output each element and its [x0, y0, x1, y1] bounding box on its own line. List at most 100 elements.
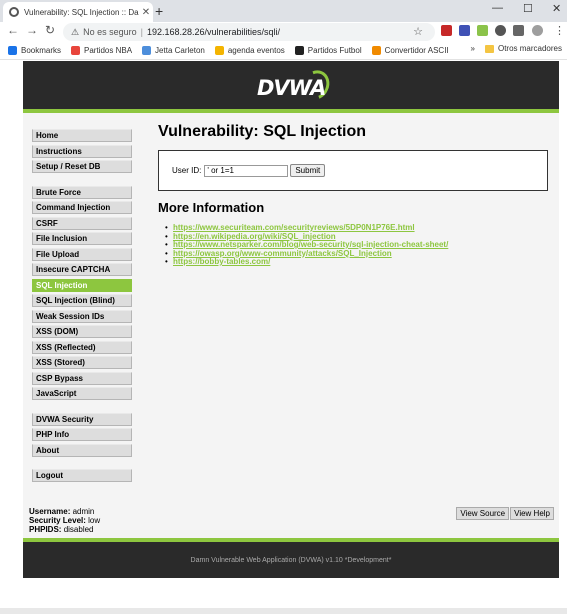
page-title: Vulnerability: SQL Injection	[158, 123, 367, 140]
extension-icon[interactable]	[477, 25, 488, 36]
bookmark-star-icon[interactable]: ☆	[413, 25, 423, 38]
sidebar-item-php-info[interactable]: PHP Info	[32, 428, 132, 441]
phpids-value: disabled	[63, 525, 94, 534]
sqli-form: User ID: Submit	[158, 150, 548, 191]
view-source-button[interactable]: View Source	[456, 507, 510, 520]
bookmark-item[interactable]: agenda eventos	[214, 46, 285, 55]
bookmark-label: Convertidor ASCII	[384, 46, 449, 55]
security-level-label: Security Level:	[29, 516, 86, 525]
extension-icon[interactable]	[495, 25, 506, 36]
bookmarks-right: » Otros marcadores	[471, 44, 562, 53]
dvwa-footer: Damn Vulnerable Web Application (DVWA) v…	[23, 538, 559, 578]
agenda-icon	[214, 46, 224, 55]
bookmark-label: Partidos Futbol	[307, 46, 362, 55]
ascii-icon	[371, 46, 381, 55]
more-information-heading: More Information	[158, 200, 265, 215]
dvwa-container: DVWA Home Instructions Setup / Reset DB Bru…	[23, 61, 559, 578]
sidebar-item-xss-stored[interactable]: XSS (Stored)	[32, 356, 132, 369]
bookmarks-overflow-button[interactable]: »	[471, 44, 475, 53]
bookmark-label: Jetta Carleton	[155, 46, 205, 55]
puzzle-extensions-icon[interactable]	[513, 25, 524, 36]
submit-button[interactable]: Submit	[290, 164, 326, 177]
window-bottom-edge	[0, 608, 567, 614]
sidebar-item-weak-session-ids[interactable]: Weak Session IDs	[32, 309, 132, 323]
sidebar-item-file-upload[interactable]: File Upload	[32, 247, 132, 261]
menu-spacer	[32, 176, 134, 186]
sidebar-item-csp-bypass[interactable]: CSP Bypass	[32, 371, 132, 385]
sidebar-item-insecure-captcha[interactable]: Insecure CAPTCHA	[32, 263, 132, 276]
tab-strip: Vulnerability: SQL Injection :: Damn ✕ +…	[0, 0, 567, 22]
username-label: Username:	[29, 507, 71, 516]
new-tab-button[interactable]: +	[155, 3, 163, 19]
sidebar-item-brute-force[interactable]: Brute Force	[32, 185, 132, 199]
reference-link[interactable]: https://bobby-tables.com/	[173, 257, 270, 266]
other-bookmarks-link[interactable]: Otros marcadores	[498, 44, 562, 53]
bookmark-item[interactable]: Jetta Carleton	[142, 46, 205, 55]
sidebar-item-file-inclusion[interactable]: File Inclusion	[32, 232, 132, 245]
sidebar-item-home[interactable]: Home	[32, 129, 132, 142]
url-text[interactable]: 192.168.28.26/vulnerabilities/sqli/	[147, 27, 280, 37]
security-level-value: low	[88, 516, 101, 525]
close-window-button[interactable]: ✕	[552, 2, 561, 15]
sidebar-item-xss-dom[interactable]: XSS (DOM)	[32, 325, 132, 338]
ublock-extension-icon[interactable]	[441, 25, 452, 36]
forward-button[interactable]: →	[26, 23, 38, 37]
menu-spacer	[32, 403, 134, 413]
bookmark-item[interactable]: Partidos NBA	[71, 46, 132, 55]
web-page: DVWA Home Instructions Setup / Reset DB Bru…	[0, 60, 567, 614]
bookmark-label: Bookmarks	[21, 46, 62, 55]
minimize-button[interactable]: —	[492, 2, 503, 14]
folder-icon	[484, 44, 494, 53]
bookmark-item[interactable]: Bookmarks	[8, 46, 61, 55]
view-help-button[interactable]: View Help	[510, 507, 554, 520]
bookmark-item[interactable]: Convertidor ASCII	[371, 46, 449, 55]
sidebar-item-sql-injection-blind[interactable]: SQL Injection (Blind)	[32, 294, 132, 307]
back-button[interactable]: ←	[7, 23, 19, 37]
partidos-nba-icon	[71, 46, 81, 55]
sidebar-item-command-injection[interactable]: Command Injection	[32, 201, 132, 214]
security-status[interactable]: No es seguro	[83, 27, 137, 37]
sidebar-menu: Home Instructions Setup / Reset DB Brute Fo…	[32, 129, 134, 485]
reference-links: https://www.securiteam.com/securityrevie…	[158, 223, 553, 267]
sidebar-item-csrf[interactable]: CSRF	[32, 216, 132, 230]
bookmark-label: agenda eventos	[227, 46, 285, 55]
list-item: https://bobby-tables.com/	[165, 257, 553, 267]
warning-icon[interactable]: ⚠	[71, 27, 79, 38]
user-id-label: User ID:	[172, 166, 202, 175]
sidebar-item-dvwa-security[interactable]: DVWA Security	[32, 412, 132, 426]
maximize-button[interactable]: ☐	[523, 2, 533, 15]
bookmark-label: Partidos NBA	[84, 46, 133, 55]
profile-avatar[interactable]	[532, 25, 543, 36]
tab-title: Vulnerability: SQL Injection :: Damn	[24, 7, 139, 17]
more-menu-icon[interactable]: ⋮	[554, 24, 565, 37]
footer-text: Damn Vulnerable Web Application (DVWA) v…	[190, 556, 392, 564]
extension-icon[interactable]	[459, 25, 470, 36]
address-bar[interactable]: ⚠ No es seguro | 192.168.28.26/vulnerabi…	[63, 23, 435, 41]
reload-button[interactable]: ↻	[45, 23, 55, 37]
bookmark-item[interactable]: Partidos Futbol	[294, 46, 362, 55]
futbol-icon	[294, 46, 304, 55]
sidebar-item-setup-reset-db[interactable]: Setup / Reset DB	[32, 160, 132, 173]
user-id-input[interactable]	[204, 164, 289, 177]
sidebar-item-logout[interactable]: Logout	[32, 469, 132, 482]
tab-favicon-icon	[9, 7, 19, 17]
phpids-label: PHPIDS:	[29, 525, 62, 534]
browser-tab[interactable]: Vulnerability: SQL Injection :: Damn ✕	[3, 2, 153, 22]
dvwa-header: DVWA	[23, 61, 559, 113]
sidebar-item-instructions[interactable]: Instructions	[32, 144, 132, 158]
logo-text: DVWA	[257, 76, 326, 100]
username-value: admin	[72, 507, 95, 516]
sidebar-item-xss-reflected[interactable]: XSS (Reflected)	[32, 340, 132, 354]
sidebar-item-javascript[interactable]: JavaScript	[32, 387, 132, 400]
jetta-icon	[142, 46, 152, 55]
bookmarks-bar: Bookmarks Partidos NBA Jetta Carleton agend…	[0, 42, 567, 60]
dvwa-logo: DVWA	[257, 65, 335, 106]
star-icon	[8, 46, 17, 55]
user-info: Username: admin Security Level: low PHPI…	[29, 507, 100, 534]
omnibox-separator: |	[140, 27, 143, 37]
main-content: Vulnerability: SQL Injection User ID: Su…	[158, 123, 553, 267]
menu-spacer	[32, 459, 134, 469]
sidebar-item-about[interactable]: About	[32, 443, 132, 457]
tab-close-icon[interactable]: ✕	[139, 7, 153, 18]
sidebar-item-sql-injection[interactable]: SQL Injection	[32, 278, 132, 292]
